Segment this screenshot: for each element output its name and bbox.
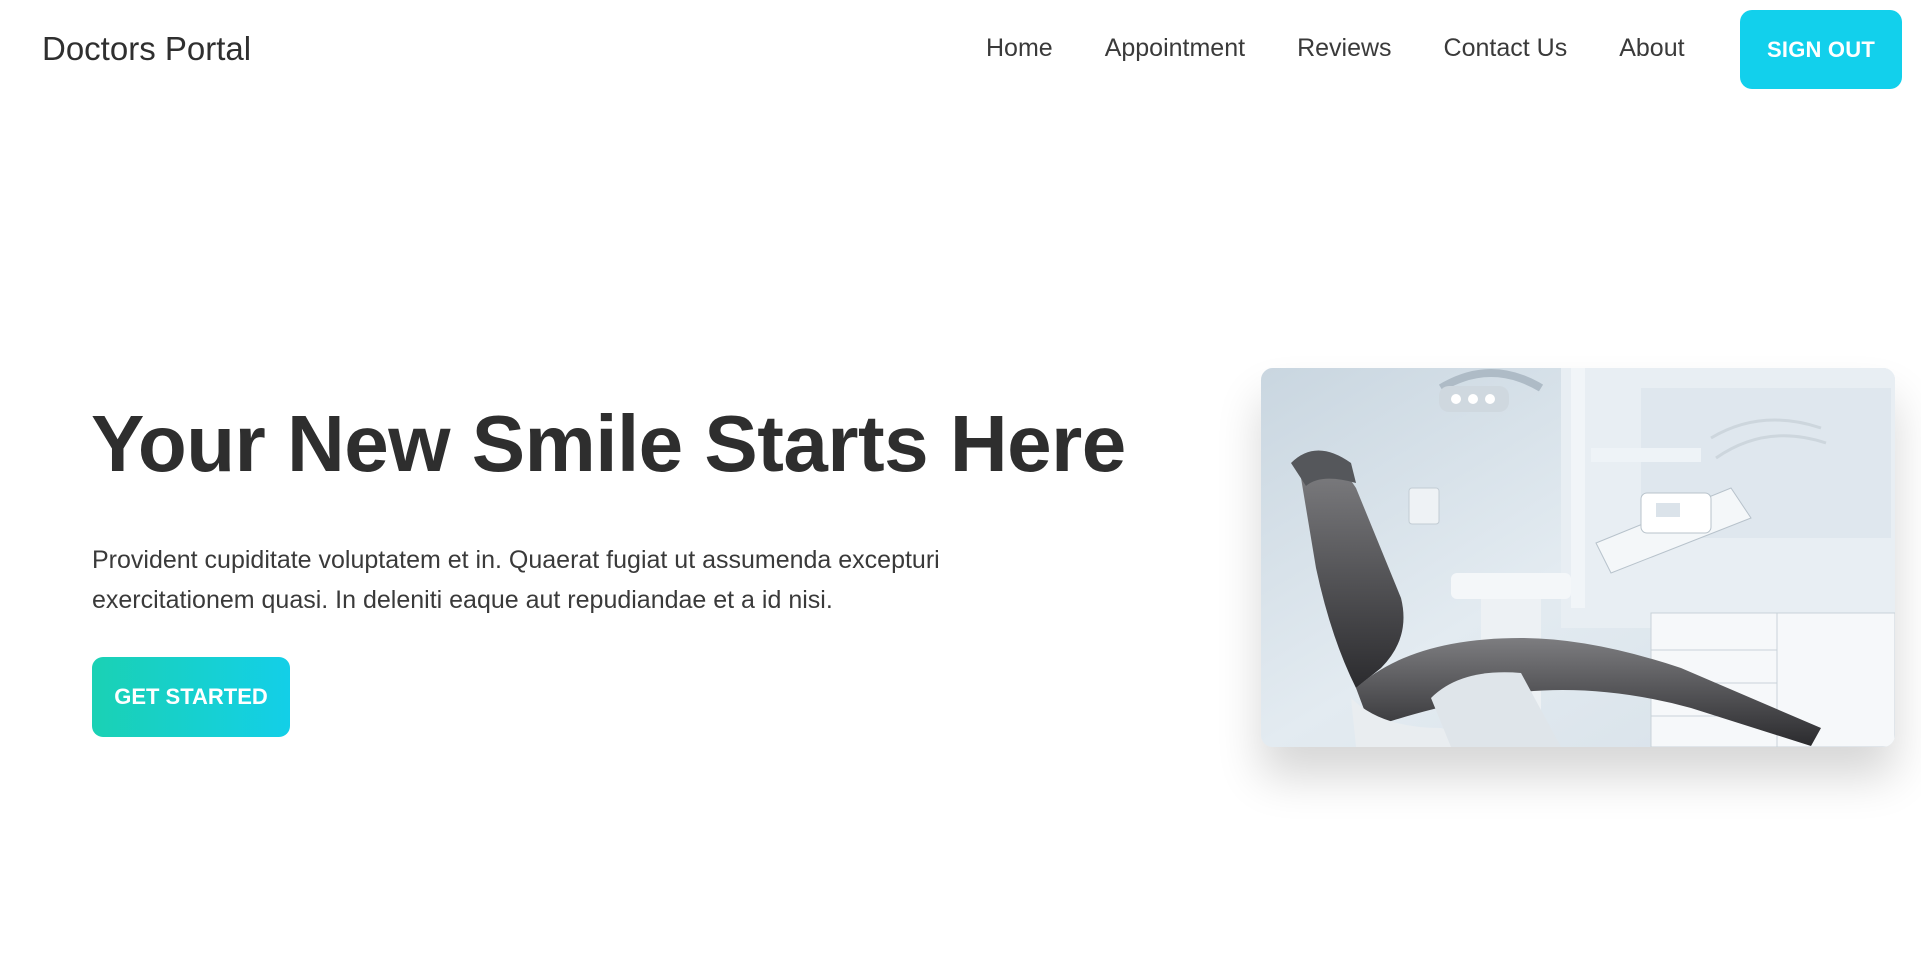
hero-title: Your New Smile Starts Here bbox=[91, 399, 1126, 488]
dental-chair-image bbox=[1261, 368, 1895, 747]
nav-link-appointment[interactable]: Appointment bbox=[1105, 34, 1245, 63]
sign-out-button[interactable]: SIGN OUT bbox=[1740, 10, 1902, 89]
hero-description: Provident cupiditate voluptatem et in. Q… bbox=[92, 546, 940, 614]
nav-link-home[interactable]: Home bbox=[986, 34, 1053, 63]
nav-links: Home Appointment Reviews Contact Us Abou… bbox=[986, 34, 1685, 63]
nav-link-reviews[interactable]: Reviews bbox=[1297, 34, 1391, 63]
navbar: Doctors Portal Home Appointment Reviews … bbox=[0, 0, 1921, 104]
get-started-button[interactable]: GET STARTED bbox=[92, 657, 290, 737]
nav-link-about[interactable]: About bbox=[1619, 34, 1684, 63]
brand-logo[interactable]: Doctors Portal bbox=[42, 30, 251, 68]
nav-link-contact-us[interactable]: Contact Us bbox=[1444, 34, 1568, 63]
dental-chair-illustration bbox=[1261, 368, 1895, 747]
